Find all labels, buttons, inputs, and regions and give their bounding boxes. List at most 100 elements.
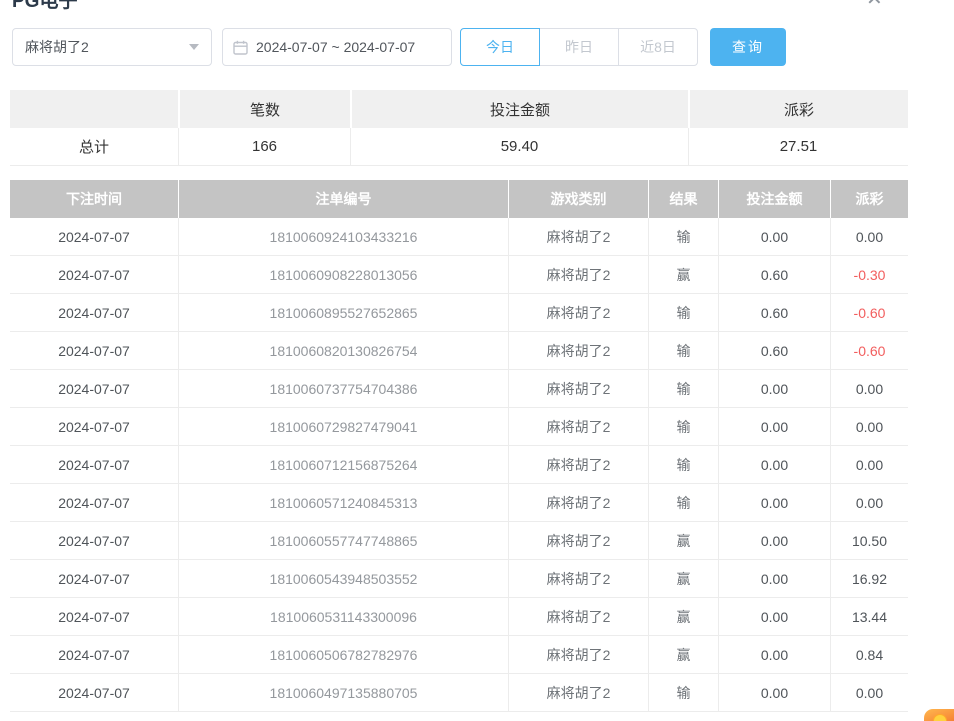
cell-game-type: 麻将胡了2 xyxy=(508,522,648,559)
page-title: PG电子 xyxy=(12,0,77,13)
cell-bet-amount: 0.60 xyxy=(718,294,830,331)
cell-bet-id: 1810060737754704386 xyxy=(178,370,508,407)
chevron-down-icon xyxy=(189,44,199,50)
table-row: 2024-07-071810060895527652865麻将胡了2输0.60-… xyxy=(10,294,908,332)
cell-game-type: 麻将胡了2 xyxy=(508,370,648,407)
floating-promo-icon[interactable] xyxy=(924,709,954,721)
cell-result: 输 xyxy=(648,408,718,445)
cell-bet-time: 2024-07-07 xyxy=(10,636,178,673)
bet-table-body: 2024-07-071810060924103433216麻将胡了2输0.000… xyxy=(10,218,908,712)
cell-bet-amount: 0.00 xyxy=(718,674,830,711)
cell-game-type: 麻将胡了2 xyxy=(508,674,648,711)
cell-payout: 10.50 xyxy=(830,522,908,559)
cell-payout: 0.00 xyxy=(830,408,908,445)
date-range-input[interactable]: 2024-07-07 ~ 2024-07-07 xyxy=(222,28,452,66)
cell-result: 赢 xyxy=(648,598,718,635)
table-row: 2024-07-071810060506782782976麻将胡了2赢0.000… xyxy=(10,636,908,674)
table-row: 2024-07-071810060497135880705麻将胡了2输0.000… xyxy=(10,674,908,712)
cell-game-type: 麻将胡了2 xyxy=(508,598,648,635)
cell-result: 输 xyxy=(648,370,718,407)
last-8-days-button[interactable]: 近8日 xyxy=(618,28,698,66)
header-bet-time: 下注时间 xyxy=(10,180,178,218)
cell-bet-time: 2024-07-07 xyxy=(10,294,178,331)
table-row: 2024-07-071810060557747748865麻将胡了2赢0.001… xyxy=(10,522,908,560)
header-bet-amount: 投注金额 xyxy=(718,180,830,218)
cell-result: 输 xyxy=(648,218,718,255)
today-button[interactable]: 今日 xyxy=(460,28,540,66)
cell-bet-amount: 0.00 xyxy=(718,598,830,635)
cell-bet-time: 2024-07-07 xyxy=(10,598,178,635)
cell-bet-amount: 0.00 xyxy=(718,484,830,521)
summary-total-bet-amount: 59.40 xyxy=(350,128,688,165)
cell-bet-amount: 0.00 xyxy=(718,370,830,407)
cell-bet-id: 1810060557747748865 xyxy=(178,522,508,559)
header-result: 结果 xyxy=(648,180,718,218)
cell-payout: 0.00 xyxy=(830,484,908,521)
header-bet-id: 注单编号 xyxy=(178,180,508,218)
cell-bet-time: 2024-07-07 xyxy=(10,370,178,407)
cell-bet-id: 1810060729827479041 xyxy=(178,408,508,445)
cell-game-type: 麻将胡了2 xyxy=(508,294,648,331)
cell-bet-time: 2024-07-07 xyxy=(10,446,178,483)
cell-bet-amount: 0.00 xyxy=(718,218,830,255)
cell-bet-id: 1810060531143300096 xyxy=(178,598,508,635)
cell-payout: 0.00 xyxy=(830,370,908,407)
cell-bet-amount: 0.00 xyxy=(718,408,830,445)
cell-game-type: 麻将胡了2 xyxy=(508,218,648,255)
cell-game-type: 麻将胡了2 xyxy=(508,484,648,521)
close-icon[interactable]: ✕ xyxy=(866,0,883,9)
summary-header-blank xyxy=(10,90,178,128)
cell-payout: 0.00 xyxy=(830,218,908,255)
cell-game-type: 麻将胡了2 xyxy=(508,636,648,673)
yesterday-button[interactable]: 昨日 xyxy=(539,28,619,66)
header-payout: 派彩 xyxy=(830,180,908,218)
table-row: 2024-07-071810060737754704386麻将胡了2输0.000… xyxy=(10,370,908,408)
summary-header-count: 笔数 xyxy=(178,90,350,128)
cell-game-type: 麻将胡了2 xyxy=(508,408,648,445)
cell-result: 输 xyxy=(648,332,718,369)
date-range-value: 2024-07-07 ~ 2024-07-07 xyxy=(256,39,415,55)
calendar-icon xyxy=(233,40,248,55)
cell-payout: -0.60 xyxy=(830,294,908,331)
game-select[interactable]: 麻将胡了2 xyxy=(12,28,212,66)
cell-payout: 0.00 xyxy=(830,446,908,483)
cell-bet-amount: 0.00 xyxy=(718,560,830,597)
cell-bet-time: 2024-07-07 xyxy=(10,332,178,369)
summary-total-payout: 27.51 xyxy=(688,128,908,165)
table-row: 2024-07-071810060543948503552麻将胡了2赢0.001… xyxy=(10,560,908,598)
table-header-row: 下注时间 注单编号 游戏类别 结果 投注金额 派彩 xyxy=(10,180,908,218)
cell-result: 赢 xyxy=(648,522,718,559)
table-row: 2024-07-071810060571240845313麻将胡了2输0.000… xyxy=(10,484,908,522)
cell-payout: 16.92 xyxy=(830,560,908,597)
cell-bet-amount: 0.60 xyxy=(718,256,830,293)
cell-bet-time: 2024-07-07 xyxy=(10,560,178,597)
cell-bet-id: 1810060924103433216 xyxy=(178,218,508,255)
filter-bar: 麻将胡了2 2024-07-07 ~ 2024-07-07 今日 昨日 近8日 … xyxy=(12,28,786,66)
cell-bet-time: 2024-07-07 xyxy=(10,484,178,521)
cell-bet-amount: 0.00 xyxy=(718,636,830,673)
table-row: 2024-07-071810060820130826754麻将胡了2输0.60-… xyxy=(10,332,908,370)
cell-bet-time: 2024-07-07 xyxy=(10,674,178,711)
search-button[interactable]: 查询 xyxy=(710,28,786,66)
cell-bet-time: 2024-07-07 xyxy=(10,218,178,255)
summary-header-payout: 派彩 xyxy=(688,90,908,128)
cell-result: 输 xyxy=(648,674,718,711)
cell-bet-id: 1810060908228013056 xyxy=(178,256,508,293)
summary-total-row: 总计 166 59.40 27.51 xyxy=(10,128,908,166)
cell-bet-id: 1810060506782782976 xyxy=(178,636,508,673)
bet-records-table: 下注时间 注单编号 游戏类别 结果 投注金额 派彩 2024-07-071810… xyxy=(10,180,908,712)
table-row: 2024-07-071810060531143300096麻将胡了2赢0.001… xyxy=(10,598,908,636)
cell-result: 输 xyxy=(648,446,718,483)
game-select-value: 麻将胡了2 xyxy=(25,37,89,57)
table-row: 2024-07-071810060908228013056麻将胡了2赢0.60-… xyxy=(10,256,908,294)
quick-date-button-group: 今日 昨日 近8日 xyxy=(460,28,698,66)
cell-payout: -0.30 xyxy=(830,256,908,293)
cell-bet-amount: 0.00 xyxy=(718,446,830,483)
header-game-type: 游戏类别 xyxy=(508,180,648,218)
cell-payout: -0.60 xyxy=(830,332,908,369)
cell-bet-amount: 0.00 xyxy=(718,522,830,559)
cell-bet-id: 1810060895527652865 xyxy=(178,294,508,331)
cell-bet-id: 1810060497135880705 xyxy=(178,674,508,711)
summary-total-count: 166 xyxy=(178,128,350,165)
summary-header-row: 笔数 投注金额 派彩 xyxy=(10,90,908,128)
